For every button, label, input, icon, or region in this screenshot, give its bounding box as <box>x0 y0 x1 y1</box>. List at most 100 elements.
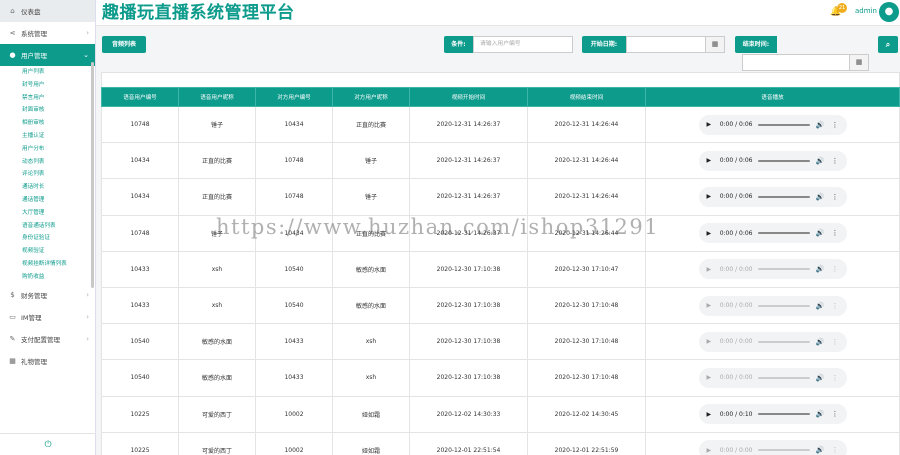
progress-track[interactable] <box>758 304 810 307</box>
volume-icon[interactable]: 🔊 <box>816 410 825 418</box>
progress-track[interactable] <box>758 376 810 379</box>
audio-player[interactable]: ▶ 0:00 / 0:06 🔊 ⋮ <box>698 114 847 135</box>
progress-track[interactable] <box>758 340 810 343</box>
sidebar-item-dashboard[interactable]: ⌂ 仪表盘 <box>0 0 95 22</box>
sidebar-subitem[interactable]: 身份证验证 <box>0 232 95 245</box>
sidebar-item-pay-config[interactable]: ✎ 支付配置管理 › <box>0 328 95 350</box>
sidebar-subitem[interactable]: 禁言用户 <box>0 92 95 105</box>
progress-track[interactable] <box>758 449 810 452</box>
avatar[interactable]: ● <box>879 2 899 22</box>
audio-player[interactable]: ▶ 0:00 / 0:06 🔊 ⋮ <box>698 150 847 171</box>
audio-player[interactable]: ▶ 0:00 / 0:06 🔊 ⋮ <box>698 223 847 244</box>
audio-player[interactable]: ▶ 0:00 / 0:00 🔊 ⋮ <box>698 367 847 388</box>
volume-icon[interactable]: 🔊 <box>816 157 825 165</box>
sidebar-scrollbar[interactable] <box>91 62 94 288</box>
play-icon[interactable]: ▶ <box>707 266 712 273</box>
table-row: 10433 xsh 10540 敏感的水面 2020-12-30 17:10:38 202… <box>101 286 900 325</box>
play-icon[interactable]: ▶ <box>707 230 712 237</box>
more-options-icon[interactable]: ⋮ <box>832 193 839 201</box>
more-options-icon[interactable]: ⋮ <box>832 302 839 310</box>
sidebar-subitem[interactable]: 动态列表 <box>0 156 95 169</box>
more-options-icon[interactable]: ⋮ <box>832 338 839 346</box>
more-options-icon[interactable]: ⋮ <box>832 157 839 165</box>
sidebar-subitem[interactable]: 相册审核 <box>0 117 95 130</box>
sidebar-subitem[interactable]: 购奶收益 <box>0 271 95 284</box>
progress-track[interactable] <box>758 123 810 126</box>
sidebar-subitem[interactable]: 视频挂断详情列表 <box>0 258 95 271</box>
volume-icon[interactable]: 🔊 <box>816 121 825 129</box>
sidebar-subitem[interactable]: 通话管理 <box>0 194 95 207</box>
more-options-icon[interactable]: ⋮ <box>832 265 839 273</box>
more-options-icon[interactable]: ⋮ <box>832 229 839 237</box>
sidebar-subitem[interactable]: 主播认证 <box>0 130 95 143</box>
table-cell-end: 2020-12-30 17:10:48 <box>527 323 646 361</box>
sidebar-subitem[interactable]: 用户分布 <box>0 143 95 156</box>
column-header: 语音用户编号 <box>101 87 179 107</box>
play-icon[interactable]: ▶ <box>707 447 712 454</box>
search-button[interactable]: ⌕ <box>878 36 898 53</box>
more-options-icon[interactable]: ⋮ <box>832 374 839 382</box>
progress-track[interactable] <box>758 159 810 162</box>
sidebar-item-system[interactable]: ⋖ 系统管理 › <box>0 22 95 44</box>
sidebar-subitem[interactable]: 封号用户 <box>0 79 95 92</box>
progress-track[interactable] <box>758 268 810 271</box>
audio-list-button[interactable]: 音频列表 <box>102 36 146 53</box>
sidebar-subitem[interactable]: 评论列表 <box>0 168 95 181</box>
audio-player[interactable]: ▶ 0:00 / 0:00 🔊 ⋮ <box>698 440 847 455</box>
sidebar-subitem[interactable]: 视频验证 <box>0 245 95 258</box>
chevron-right-icon: › <box>86 312 89 321</box>
play-icon[interactable]: ▶ <box>707 338 712 345</box>
power-icon[interactable]: ⏻ <box>0 433 96 455</box>
volume-icon[interactable]: 🔊 <box>816 446 825 454</box>
start-date-input[interactable] <box>626 36 706 53</box>
table-cell-oname: 娅如霜 <box>332 431 410 455</box>
sidebar-subitem[interactable]: 封面审核 <box>0 104 95 117</box>
admin-name[interactable]: admin <box>855 7 877 15</box>
play-icon[interactable]: ▶ <box>707 121 712 128</box>
calendar-icon[interactable]: ▦ <box>705 36 725 53</box>
volume-icon[interactable]: 🔊 <box>816 374 825 382</box>
play-icon[interactable]: ▶ <box>707 157 712 164</box>
play-icon[interactable]: ▶ <box>707 193 712 200</box>
volume-icon[interactable]: 🔊 <box>816 265 825 273</box>
table-cell-start: 2020-12-30 17:10:38 <box>409 359 528 397</box>
end-date-input[interactable] <box>742 54 850 71</box>
table-cell-oname: xsh <box>332 323 410 361</box>
more-options-icon[interactable]: ⋮ <box>832 446 839 454</box>
audio-player[interactable]: ▶ 0:00 / 0:10 🔊 ⋮ <box>698 404 847 425</box>
sidebar-item-im[interactable]: ▭ IM管理 › <box>0 306 95 328</box>
audio-player[interactable]: ▶ 0:00 / 0:06 🔊 ⋮ <box>698 186 847 207</box>
sidebar-subitem[interactable]: 语音通话列表 <box>0 220 95 233</box>
volume-icon[interactable]: 🔊 <box>816 193 825 201</box>
more-options-icon[interactable]: ⋮ <box>832 410 839 418</box>
top-header: 趣播玩直播系统管理平台 🔔 21 admin ● <box>96 0 900 26</box>
progress-track[interactable] <box>758 413 810 416</box>
sidebar-item-finance[interactable]: $ 财务管理 › <box>0 284 95 306</box>
sidebar-subitem[interactable]: 通话时长 <box>0 181 95 194</box>
table-cell-player: ▶ 0:00 / 0:00 🔊 ⋮ <box>645 359 900 397</box>
play-icon[interactable]: ▶ <box>707 302 712 309</box>
play-icon[interactable]: ▶ <box>707 411 712 418</box>
progress-track[interactable] <box>758 232 810 235</box>
audio-table: 语音用户编号 语音用户昵称 对方用户编号 对方用户昵称 视频开始时间 视频结束时间 语音播放… <box>101 87 900 455</box>
condition-input[interactable]: 请输入用户编号 <box>473 36 573 53</box>
progress-track[interactable] <box>758 195 810 198</box>
audio-player[interactable]: ▶ 0:00 / 0:00 🔊 ⋮ <box>698 259 847 280</box>
calendar-icon[interactable]: ▦ <box>849 54 869 71</box>
volume-icon[interactable]: 🔊 <box>816 229 825 237</box>
more-options-icon[interactable]: ⋮ <box>832 121 839 129</box>
table-cell-uid: 10434 <box>101 178 179 216</box>
table-cell-oid: 10540 <box>255 286 333 325</box>
sidebar-item-user[interactable]: ● 用户管理 ⌄ <box>0 44 95 66</box>
sidebar-subitem[interactable]: 用户列表 <box>0 66 95 79</box>
volume-icon[interactable]: 🔊 <box>816 302 825 310</box>
audio-player[interactable]: ▶ 0:00 / 0:00 🔊 ⋮ <box>698 331 847 352</box>
volume-icon[interactable]: 🔊 <box>816 338 825 346</box>
table-cell-player: ▶ 0:00 / 0:06 🔊 ⋮ <box>645 214 900 252</box>
table-row: 10434 正直的比赛 10748 锤子 2020-12-31 14:26:37 2020… <box>101 142 900 180</box>
sidebar-item-gift[interactable]: ▦ 礼物管理 <box>0 350 95 372</box>
table-cell-player: ▶ 0:00 / 0:10 🔊 ⋮ <box>645 395 900 433</box>
sidebar-subitem[interactable]: 大厅管理 <box>0 207 95 220</box>
play-icon[interactable]: ▶ <box>707 374 712 381</box>
audio-player[interactable]: ▶ 0:00 / 0:00 🔊 ⋮ <box>698 295 847 316</box>
